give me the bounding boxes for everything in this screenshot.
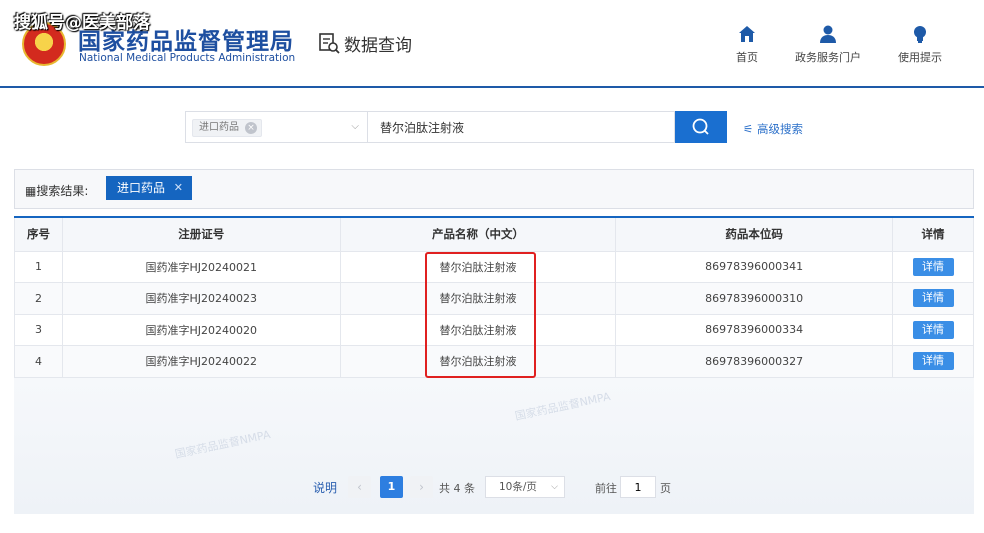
cell-index: 2	[14, 282, 63, 315]
result-filter-tag[interactable]: 进口药品 ✕	[106, 176, 192, 200]
chevron-down-icon: ⌵	[551, 482, 558, 492]
goto-unit: 页	[660, 482, 671, 495]
advanced-search-link[interactable]: ⚟ 高级搜索	[743, 121, 803, 137]
header-index: 序号	[14, 216, 63, 252]
data-query-icon	[319, 33, 340, 54]
current-page-button[interactable]: 1	[380, 476, 403, 498]
cell-index: 3	[14, 313, 63, 346]
watermark-text: 搜狐号@医美部落	[14, 13, 150, 33]
result-label-text: 搜索结果:	[36, 184, 89, 198]
search-icon	[692, 118, 709, 135]
nav-service-portal-label: 政务服务门户	[795, 51, 861, 64]
close-icon[interactable]: ×	[245, 122, 257, 134]
filter-icon: ⚟	[743, 122, 754, 136]
result-label: ▦搜索结果:	[25, 182, 88, 199]
table-row: 1 国药准字HJ20240021 替尔泊肽注射液 86978396000341 …	[14, 250, 974, 283]
cell-detail: 详情	[892, 282, 974, 315]
cell-index: 1	[14, 250, 63, 283]
cell-drug-code: 86978396000341	[615, 250, 894, 283]
table-row: 2 国药准字HJ20240023 替尔泊肽注射液 86978396000310 …	[14, 282, 974, 315]
prev-page-button[interactable]: ‹	[348, 476, 371, 498]
org-name-en: National Medical Products Administration	[79, 52, 296, 64]
page-size-select[interactable]: 10条/页 ⌵	[485, 476, 565, 498]
cell-registration-no: 国药准字HJ20240021	[61, 250, 341, 283]
cell-registration-no: 国药准字HJ20240023	[61, 282, 341, 315]
table-header-row: 序号 注册证号 产品名称（中文） 药品本位码 详情	[14, 216, 974, 252]
table-row: 3 国药准字HJ20240020 替尔泊肽注射液 86978396000334 …	[14, 313, 974, 346]
user-icon	[820, 25, 836, 43]
detail-button[interactable]: 详情	[912, 289, 954, 308]
cell-drug-code: 86978396000327	[615, 345, 894, 378]
cell-index: 4	[14, 345, 63, 378]
next-page-button[interactable]: ›	[410, 476, 433, 498]
page: 国家药品监督管理局 National Medical Products Admi…	[0, 0, 984, 533]
cell-detail: 详情	[892, 250, 974, 283]
nav-usage-tips[interactable]: 使用提示	[880, 24, 960, 65]
nav-home-label: 首页	[736, 51, 758, 64]
header-drug-code: 药品本位码	[615, 216, 894, 252]
header-product-name: 产品名称（中文）	[339, 216, 617, 252]
cell-product-name: 替尔泊肽注射液	[339, 345, 617, 378]
cell-product-name: 替尔泊肽注射液	[339, 282, 617, 315]
cell-product-name: 替尔泊肽注射液	[339, 313, 617, 346]
result-filter-tag-label: 进口药品	[117, 181, 166, 195]
detail-button[interactable]: 详情	[912, 320, 954, 339]
grid-icon: ▦	[25, 184, 37, 198]
category-select[interactable]: 进口药品 × ⌵	[185, 111, 367, 143]
section-title: 数据查询	[344, 36, 412, 56]
chevron-down-icon: ⌵	[351, 121, 359, 132]
cell-product-name: 替尔泊肽注射液	[339, 250, 617, 283]
nav-home[interactable]: 首页	[707, 24, 787, 65]
results-table: 序号 注册证号 产品名称（中文） 药品本位码 详情 1 国药准字HJ202400…	[14, 216, 974, 378]
background-watermark: 国家药品监督NMPA	[513, 390, 612, 423]
pagination-explain-link[interactable]: 说明	[313, 479, 337, 496]
search-result-bar: ▦搜索结果: 进口药品 ✕	[14, 169, 974, 209]
cell-drug-code: 86978396000334	[615, 313, 894, 346]
detail-button[interactable]: 详情	[912, 257, 954, 276]
nav-usage-tips-label: 使用提示	[898, 51, 942, 64]
goto-page-input[interactable]	[620, 476, 656, 498]
pagination-total: 共 4 条	[439, 482, 475, 495]
cell-detail: 详情	[892, 345, 974, 378]
category-tag-label: 进口药品	[199, 122, 239, 133]
cell-registration-no: 国药准字HJ20240022	[61, 345, 341, 378]
advanced-search-label: 高级搜索	[756, 122, 803, 136]
cell-drug-code: 86978396000310	[615, 282, 894, 315]
cell-detail: 详情	[892, 313, 974, 346]
nav-service-portal[interactable]: 政务服务门户	[788, 24, 868, 65]
detail-button[interactable]: 详情	[912, 352, 954, 371]
header-registration-no: 注册证号	[61, 216, 341, 252]
lightbulb-icon	[914, 26, 926, 43]
close-icon[interactable]: ✕	[174, 176, 183, 200]
page-size-value: 10条/页	[499, 481, 537, 493]
background-watermark: 国家药品监督NMPA	[173, 428, 272, 461]
table-row: 4 国药准字HJ20240022 替尔泊肽注射液 86978396000327 …	[14, 345, 974, 378]
cell-registration-no: 国药准字HJ20240020	[61, 313, 341, 346]
home-icon	[739, 26, 755, 42]
goto-label: 前往	[595, 482, 617, 495]
header-detail: 详情	[892, 216, 974, 252]
search-button[interactable]	[675, 111, 727, 143]
category-tag: 进口药品 ×	[192, 119, 262, 137]
keyword-input[interactable]	[367, 111, 675, 143]
